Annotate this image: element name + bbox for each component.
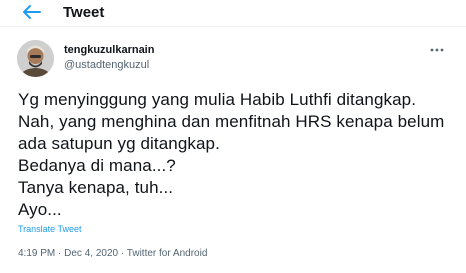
tweet-line: Tanya kenapa, tuh... [18, 178, 174, 197]
meta-separator: · [118, 248, 127, 259]
tweet-meta: 4:19 PM · Dec 4, 2020 · Twitter for Andr… [18, 248, 207, 259]
author-name[interactable]: tengkuzulkarnain [64, 44, 154, 56]
back-arrow-icon[interactable] [20, 3, 42, 21]
tweet-line: Ayo... [18, 200, 62, 219]
tweet-text: Yg menyinggung yang mulia Habib Luthfi d… [18, 89, 458, 221]
tweet-line: Yg menyinggung yang mulia Habib Luthfi d… [18, 90, 417, 109]
author-handle[interactable]: @ustadtengkuzul [64, 59, 149, 71]
more-options-icon[interactable] [429, 47, 445, 53]
top-bar: Tweet [0, 0, 466, 27]
page-title: Tweet [63, 4, 105, 21]
meta-separator: · [55, 248, 65, 259]
tweet-time[interactable]: 4:19 PM [18, 248, 55, 259]
translate-tweet-link[interactable]: Translate Tweet [18, 224, 82, 234]
tweet-line: ada satupun yg ditangkap. [18, 134, 220, 153]
tweet-line: Bedanya di mana...? [18, 156, 176, 175]
tweet-source[interactable]: Twitter for Android [127, 248, 208, 259]
tweet-line: Nah, yang menghina dan menfitnah HRS ken… [18, 112, 445, 131]
tweet-date[interactable]: Dec 4, 2020 [64, 248, 118, 259]
avatar[interactable] [17, 40, 54, 77]
